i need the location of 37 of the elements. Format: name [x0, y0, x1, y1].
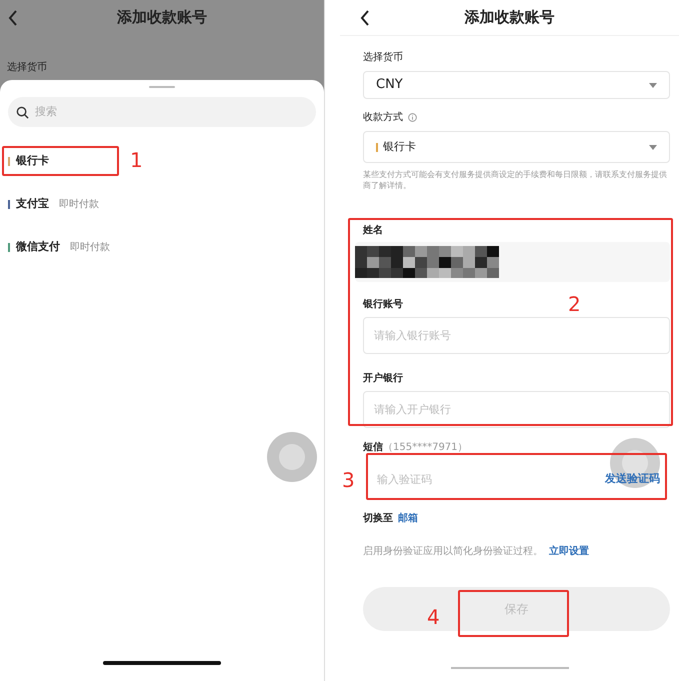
authenticator-tip: 启用身份验证应用以简化身份验证过程。	[363, 544, 543, 559]
account-number-field[interactable]: 请输入银行账号	[363, 317, 670, 354]
field-label: 短信	[363, 440, 383, 455]
dropdown-caret-icon	[649, 82, 657, 88]
step-number: 4	[427, 607, 440, 627]
payment-method-item[interactable]: 银行卡	[8, 150, 51, 172]
page-title: 添加收款账号	[464, 7, 556, 28]
payment-method-item[interactable]: 微信支付 即时付款	[8, 236, 112, 258]
field-label: 银行账号	[363, 298, 403, 312]
fee-note: 某些支付方式可能会有支付服务提供商设定的手续费和每日限额，请联系支付服务提供商了解详情。	[363, 169, 668, 191]
setup-now-link[interactable]: 立即设置	[549, 544, 589, 559]
phone-number: （155****7971）	[383, 441, 468, 455]
step-number: 2	[568, 294, 581, 314]
bank-name-field[interactable]: 请输入开户银行	[363, 391, 670, 428]
step-number: 3	[342, 470, 355, 490]
email-link[interactable]: 邮箱	[398, 511, 418, 526]
payment-method-select[interactable]: 银行卡	[363, 131, 670, 163]
search-icon	[16, 106, 29, 118]
back-icon[interactable]	[360, 10, 370, 26]
verification-code-field[interactable]: 输入验证码	[377, 467, 527, 491]
dropdown-caret-icon	[649, 144, 657, 150]
instant-payment-tag: 即时付款	[70, 240, 110, 254]
field-label: 选择货币	[363, 50, 404, 65]
instant-payment-tag: 即时付款	[59, 196, 99, 212]
field-label: 选择货币	[7, 62, 47, 73]
field-label: 开户银行	[363, 371, 403, 386]
info-icon	[408, 113, 417, 122]
switch-label: 切换至	[363, 512, 393, 526]
field-label: 姓名	[363, 224, 383, 238]
search-field[interactable]: 搜索	[35, 104, 235, 120]
payment-method-item[interactable]: 支付宝 即时付款	[8, 193, 101, 215]
field-label: 收款方式	[363, 110, 403, 125]
page-title: 添加收款账号	[116, 7, 208, 28]
currency-select[interactable]: CNY	[363, 71, 670, 99]
search-bar[interactable]: 搜索	[8, 97, 316, 127]
step-number: 1	[130, 150, 143, 170]
name-field[interactable]	[355, 242, 670, 282]
